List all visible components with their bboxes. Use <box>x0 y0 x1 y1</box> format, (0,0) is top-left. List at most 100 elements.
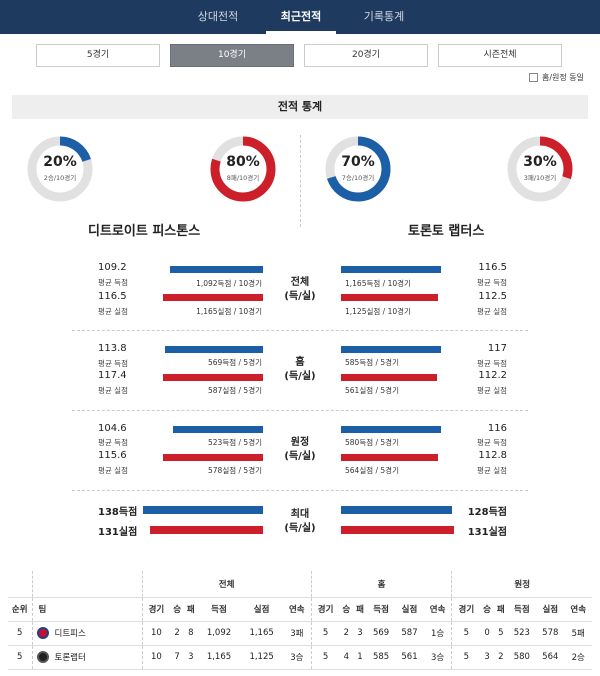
right-allowed-bar <box>341 294 438 301</box>
pistons-logo <box>36 627 49 640</box>
away-cell: 564 <box>536 645 565 670</box>
right-away-allowed-value: 112.8 <box>478 450 507 461</box>
col-home-4: 실점 <box>395 597 424 622</box>
right-home-scored-label: 평균 득점 <box>477 359 507 368</box>
home-away-label: 홈/원정 동일 <box>541 73 584 82</box>
left-away-allowed-value: 115.6 <box>98 450 127 461</box>
col-away-0: 경기 <box>451 597 481 622</box>
right-scored-note: 1,165득점 / 10경기 <box>345 279 411 288</box>
right-away-allowed-note: 564실점 / 5경기 <box>345 466 399 475</box>
left-away-scored-value: 104.6 <box>98 423 127 434</box>
right-away-scored-bar <box>341 426 441 433</box>
right-home-scored-note: 585득점 / 5경기 <box>345 358 399 367</box>
group-divider <box>72 490 528 491</box>
tab-head-to-head[interactable]: 상대전적 <box>183 0 253 34</box>
donut-percent: 30% <box>523 154 557 170</box>
category-max: 최대 (득/실) <box>276 508 324 536</box>
category-sublabel: (득/실) <box>284 371 316 382</box>
home-cell: 2 <box>339 621 354 646</box>
donut-percent: 20% <box>43 154 77 170</box>
left-scored-note: 1,092득점 / 10경기 <box>196 279 262 288</box>
right-max-allowed: 131실점 <box>467 527 507 538</box>
col-home-1: 승 <box>339 597 354 622</box>
right-home-scored-value: 117 <box>487 343 507 354</box>
home-away-toggle[interactable]: 홈/원정 동일 <box>528 72 584 83</box>
donut-left-losses: 80% 8패/10경기 <box>210 136 276 202</box>
right-max-scored: 128득점 <box>467 507 507 518</box>
col-home-0: 경기 <box>310 597 340 622</box>
donut-left-wins: 20% 2승/10경기 <box>27 136 93 202</box>
col-total-1: 승 <box>170 597 184 622</box>
away-cell: 2승 <box>564 645 592 670</box>
home-cell: 5 <box>310 621 340 646</box>
right-home-allowed-value: 112.2 <box>478 370 507 381</box>
right-home-allowed-label: 평균 실점 <box>477 386 507 395</box>
right-away-scored-note: 580득점 / 5경기 <box>345 438 399 447</box>
donut-right-losses: 30% 3패/10경기 <box>507 136 573 202</box>
team-name-right: 토론토 랩터스 <box>408 224 485 239</box>
right-avg-allowed-label: 평균 실점 <box>477 307 507 316</box>
col-away-1: 승 <box>480 597 494 622</box>
away-cell: 2 <box>493 645 508 670</box>
category-home: 홈 (득/실) <box>276 356 324 384</box>
home-away-checkbox[interactable] <box>528 73 538 82</box>
away-cell: 3 <box>480 645 494 670</box>
donut-subtext: 7승/10경기 <box>341 174 375 182</box>
category-sublabel: (득/실) <box>284 451 316 462</box>
away-cell: 5 <box>493 621 508 646</box>
center-divider <box>300 135 301 227</box>
tab-recent-record[interactable]: 최근전적 <box>266 0 336 34</box>
right-away-allowed-label: 평균 실점 <box>477 466 507 475</box>
col-total-3: 득점 <box>197 597 241 622</box>
left-home-scored-note: 569득점 / 5경기 <box>208 358 262 367</box>
left-home-allowed-bar <box>163 374 263 381</box>
category-sublabel: (득/실) <box>284 291 316 302</box>
period-20-games-button[interactable]: 20경기 <box>304 44 428 67</box>
donut-subtext: 8패/10경기 <box>226 174 260 182</box>
col-total-5: 연속 <box>282 597 312 622</box>
category-label: 전체 <box>290 277 310 288</box>
team-name-left: 디트로이트 피스톤스 <box>88 224 201 239</box>
left-away-scored-label: 평균 득점 <box>98 438 128 447</box>
tab-record-stats[interactable]: 기록통계 <box>349 0 419 34</box>
donut-percent: 80% <box>226 154 260 170</box>
right-avg-allowed-value: 112.5 <box>478 291 507 302</box>
right-away-scored-value: 116 <box>487 423 507 434</box>
period-5-games-button[interactable]: 5경기 <box>36 44 160 67</box>
col-home-5: 연속 <box>423 597 452 622</box>
table-row[interactable]: 5 토론랩터 10 7 3 1,165 1,125 3승 5 4 1 585 561 3승 5 3 2 580 56… <box>8 645 592 670</box>
left-home-allowed-note: 587실점 / 5경기 <box>208 386 262 395</box>
left-home-allowed-label: 평균 실점 <box>98 386 128 395</box>
category-label: 원정 <box>290 437 310 448</box>
total-cell: 7 <box>170 645 184 670</box>
right-max-scored-bar <box>341 506 452 514</box>
group-divider <box>72 410 528 411</box>
donut-percent: 70% <box>341 154 375 170</box>
total-cell: 8 <box>183 621 198 646</box>
table-row[interactable]: 5 디트피스 10 2 8 1,092 1,165 3패 5 2 3 569 587 1승 5 0 5 523 57… <box>8 621 592 646</box>
rank-cell: 5 <box>8 621 32 646</box>
top-nav: 상대전적 최근전적 기록통계 <box>0 0 600 34</box>
left-max-scored-bar <box>143 506 263 514</box>
home-cell: 1승 <box>423 621 452 646</box>
right-home-scored-bar <box>341 346 441 353</box>
left-max-allowed-bar <box>150 526 263 534</box>
col-total-4: 실점 <box>240 597 283 622</box>
standings-group-header-row: 전체 홈 원정 <box>8 571 592 598</box>
left-away-scored-note: 523득점 / 5경기 <box>208 438 262 447</box>
total-cell: 3승 <box>282 645 312 670</box>
category-away: 원정 (득/실) <box>276 436 324 464</box>
away-cell: 0 <box>480 621 494 646</box>
left-away-allowed-bar <box>163 454 263 461</box>
col-total-0: 경기 <box>141 597 171 622</box>
rank-cell: 5 <box>8 645 32 670</box>
team-cell[interactable]: 디트피스 <box>31 621 142 646</box>
team-cell[interactable]: 토론랩터 <box>31 645 142 670</box>
period-10-games-button[interactable]: 10경기 <box>170 44 294 67</box>
left-avg-allowed-value: 116.5 <box>98 291 127 302</box>
col-away-5: 연속 <box>564 597 592 622</box>
col-total-2: 패 <box>183 597 198 622</box>
left-avg-allowed-label: 평균 실점 <box>98 307 128 316</box>
period-season-button[interactable]: 시즌전체 <box>438 44 562 67</box>
col-home-2: 패 <box>353 597 367 622</box>
